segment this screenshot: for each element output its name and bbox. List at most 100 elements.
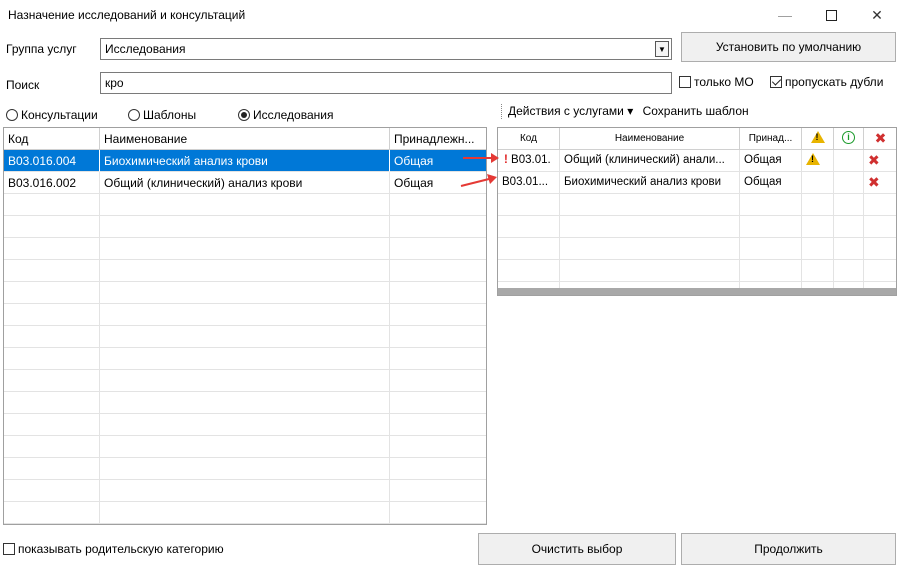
empty-cell xyxy=(390,392,486,414)
close-icon: ✕ xyxy=(871,6,883,23)
empty-cell xyxy=(100,370,390,392)
empty-row xyxy=(498,238,896,260)
col-owner-header[interactable]: Принадлежн... xyxy=(390,128,486,150)
empty-cell xyxy=(390,502,486,524)
table-row[interactable]: B03.016.004 Биохимический анализ крови О… xyxy=(4,150,486,172)
table-row[interactable]: B03.016.002 Общий (клинический) анализ к… xyxy=(4,172,486,194)
error-mark-icon: ! xyxy=(504,154,508,166)
minimize-button[interactable]: — xyxy=(762,0,808,30)
empty-row xyxy=(4,348,486,370)
radio-templates[interactable]: Шаблоны xyxy=(128,108,196,122)
clear-selection-button[interactable]: Очистить выбор xyxy=(478,533,676,565)
radio-icon xyxy=(6,109,18,121)
col-code-header[interactable]: Код xyxy=(4,128,100,150)
empty-cell xyxy=(100,238,390,260)
services-table[interactable]: Код Наименование Принадлежн... B03.016.0… xyxy=(3,127,487,525)
actions-menu-label: Действия с услугами xyxy=(508,104,624,118)
cell-name: Биохимический анализ крови xyxy=(560,172,740,194)
empty-cell xyxy=(4,238,100,260)
table-header: Код Наименование Принадлежн... xyxy=(4,128,486,150)
empty-row xyxy=(4,436,486,458)
empty-cell xyxy=(834,260,864,282)
col-delete-header[interactable]: ✖ xyxy=(864,128,896,150)
empty-cell xyxy=(864,260,896,282)
empty-row xyxy=(498,260,896,282)
info-icon: i xyxy=(842,131,855,144)
cell-info xyxy=(834,150,864,172)
empty-cell xyxy=(834,238,864,260)
empty-cell xyxy=(740,216,802,238)
radio-research[interactable]: Исследования xyxy=(238,108,333,122)
group-label: Группа услуг xyxy=(6,42,77,56)
col-owner-header[interactable]: Принад... xyxy=(740,128,802,150)
close-button[interactable]: ✕ xyxy=(854,0,900,30)
chevron-down-icon[interactable]: ▼ xyxy=(655,41,669,57)
actions-menu[interactable]: Действия с услугами ▾ xyxy=(508,104,633,118)
empty-cell xyxy=(560,260,740,282)
cell-warning xyxy=(802,172,834,194)
empty-cell xyxy=(390,436,486,458)
table-footer xyxy=(498,288,896,295)
col-code-header[interactable]: Код xyxy=(498,128,560,150)
empty-cell xyxy=(390,348,486,370)
selected-services-table[interactable]: Код Наименование Принад... i ✖ ! B03.01.… xyxy=(497,127,897,296)
cell-delete[interactable]: ✖ xyxy=(864,172,896,194)
search-input[interactable]: кро xyxy=(100,72,672,94)
empty-row xyxy=(4,216,486,238)
empty-cell xyxy=(802,238,834,260)
checkbox-checked-icon xyxy=(770,76,782,88)
empty-cell xyxy=(390,458,486,480)
cell-delete[interactable]: ✖ xyxy=(864,150,896,172)
empty-cell xyxy=(864,194,896,216)
empty-cell xyxy=(100,414,390,436)
group-select-value: Исследования xyxy=(105,42,186,56)
empty-cell xyxy=(100,304,390,326)
empty-cell xyxy=(100,260,390,282)
empty-row xyxy=(4,480,486,502)
empty-row xyxy=(4,304,486,326)
delete-icon[interactable]: ✖ xyxy=(868,153,880,167)
empty-cell xyxy=(100,282,390,304)
table-row[interactable]: B03.01... Биохимический анализ крови Общ… xyxy=(498,172,896,194)
empty-cell xyxy=(802,260,834,282)
actions-toolbar: Действия с услугами ▾ Сохранить шаблон xyxy=(498,104,749,118)
empty-cell xyxy=(100,326,390,348)
empty-cell xyxy=(390,216,486,238)
empty-row xyxy=(498,216,896,238)
empty-cell xyxy=(560,194,740,216)
only-mo-label: только МО xyxy=(694,75,754,89)
set-default-button[interactable]: Установить по умолчанию xyxy=(681,32,896,62)
col-name-header[interactable]: Наименование xyxy=(100,128,390,150)
group-select[interactable]: Исследования ▼ xyxy=(100,38,672,60)
empty-row xyxy=(4,260,486,282)
empty-cell xyxy=(4,414,100,436)
empty-cell xyxy=(498,194,560,216)
empty-cell xyxy=(4,480,100,502)
empty-cell xyxy=(100,502,390,524)
maximize-button[interactable] xyxy=(808,0,854,30)
delete-icon[interactable]: ✖ xyxy=(868,175,880,189)
empty-cell xyxy=(740,260,802,282)
empty-cell xyxy=(560,216,740,238)
radio-consultations[interactable]: Консультации xyxy=(6,108,98,122)
empty-cell xyxy=(864,238,896,260)
show-parent-checkbox[interactable]: показывать родительскую категорию xyxy=(3,542,224,556)
delete-icon: ✖ xyxy=(874,130,887,146)
radio-icon xyxy=(128,109,140,121)
continue-button[interactable]: Продолжить xyxy=(681,533,896,565)
col-warning-header[interactable] xyxy=(802,128,834,150)
empty-cell xyxy=(100,436,390,458)
empty-cell xyxy=(4,260,100,282)
save-template-button[interactable]: Сохранить шаблон xyxy=(643,104,749,118)
table-row[interactable]: ! B03.01. Общий (клинический) анали... О… xyxy=(498,150,896,172)
empty-row xyxy=(4,194,486,216)
cell-name: Общий (клинический) анали... xyxy=(560,150,740,172)
cell-info xyxy=(834,172,864,194)
cell-code: B03.01... xyxy=(498,172,560,194)
empty-cell xyxy=(4,370,100,392)
only-mo-checkbox[interactable]: только МО xyxy=(679,75,754,89)
col-name-header[interactable]: Наименование xyxy=(560,128,740,150)
col-info-header[interactable]: i xyxy=(834,128,864,150)
empty-cell xyxy=(390,326,486,348)
skip-dups-checkbox[interactable]: пропускать дубли xyxy=(770,75,883,89)
